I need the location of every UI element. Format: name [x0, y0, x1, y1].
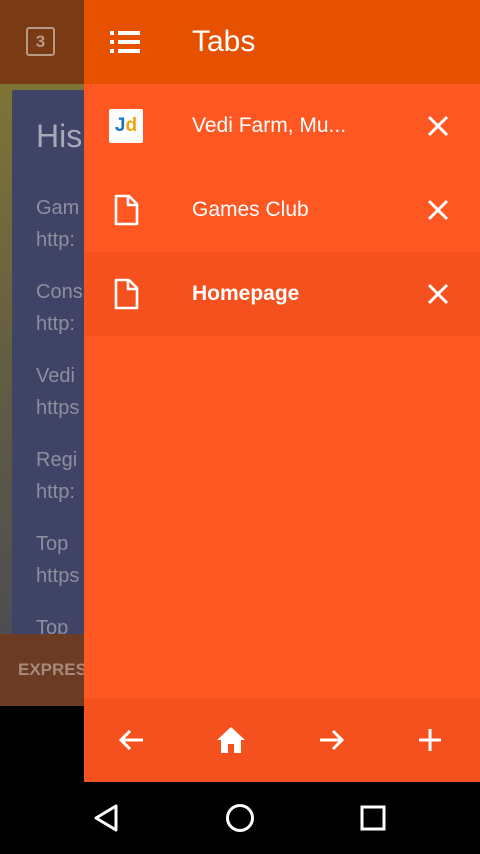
close-icon[interactable] [427, 115, 449, 137]
history-item-url: https [36, 565, 80, 587]
tab-item[interactable]: Games Club [84, 168, 480, 252]
history-item-title: Gam [36, 197, 80, 219]
tabs-drawer: Tabs Jd Vedi Farm, Mu... Games Club Home… [84, 0, 480, 782]
history-item-title: Cons [36, 281, 83, 303]
drawer-title: Tabs [192, 25, 256, 58]
recents-square-icon[interactable] [357, 802, 389, 834]
close-icon[interactable] [427, 199, 449, 221]
history-item-url: https [36, 397, 80, 419]
close-icon[interactable] [427, 283, 449, 305]
tab-title: Homepage [192, 282, 300, 305]
page-icon [114, 278, 139, 310]
back-arrow-icon[interactable] [116, 724, 148, 756]
plus-icon[interactable] [414, 724, 446, 756]
history-item-title: Vedi [36, 365, 75, 387]
home-circle-icon[interactable] [224, 802, 256, 834]
back-triangle-icon[interactable] [90, 802, 122, 834]
background-bottom-label: EXPRES [18, 660, 87, 679]
home-icon[interactable] [215, 724, 247, 756]
tab-count-badge[interactable]: 3 [26, 27, 55, 56]
history-item-url: http: [36, 229, 75, 251]
history-item-title: Top [36, 533, 69, 555]
tab-item[interactable]: Jd Vedi Farm, Mu... [84, 84, 480, 168]
drawer-bottom-bar [84, 698, 480, 782]
drawer-header: Tabs [84, 0, 480, 84]
tab-title: Vedi Farm, Mu... [192, 114, 347, 137]
history-item-url: http: [36, 313, 75, 335]
page-icon [114, 194, 139, 226]
system-nav-bar [0, 782, 480, 854]
history-item-title: Regi [36, 449, 78, 471]
history-title: His [36, 118, 83, 154]
list-icon[interactable] [110, 29, 140, 55]
tab-item-active[interactable]: Homepage [84, 252, 480, 336]
forward-arrow-icon[interactable] [315, 724, 347, 756]
tab-title: Games Club [192, 198, 309, 221]
jd-logo-icon: Jd [109, 109, 143, 143]
history-item-url: http: [36, 481, 75, 503]
